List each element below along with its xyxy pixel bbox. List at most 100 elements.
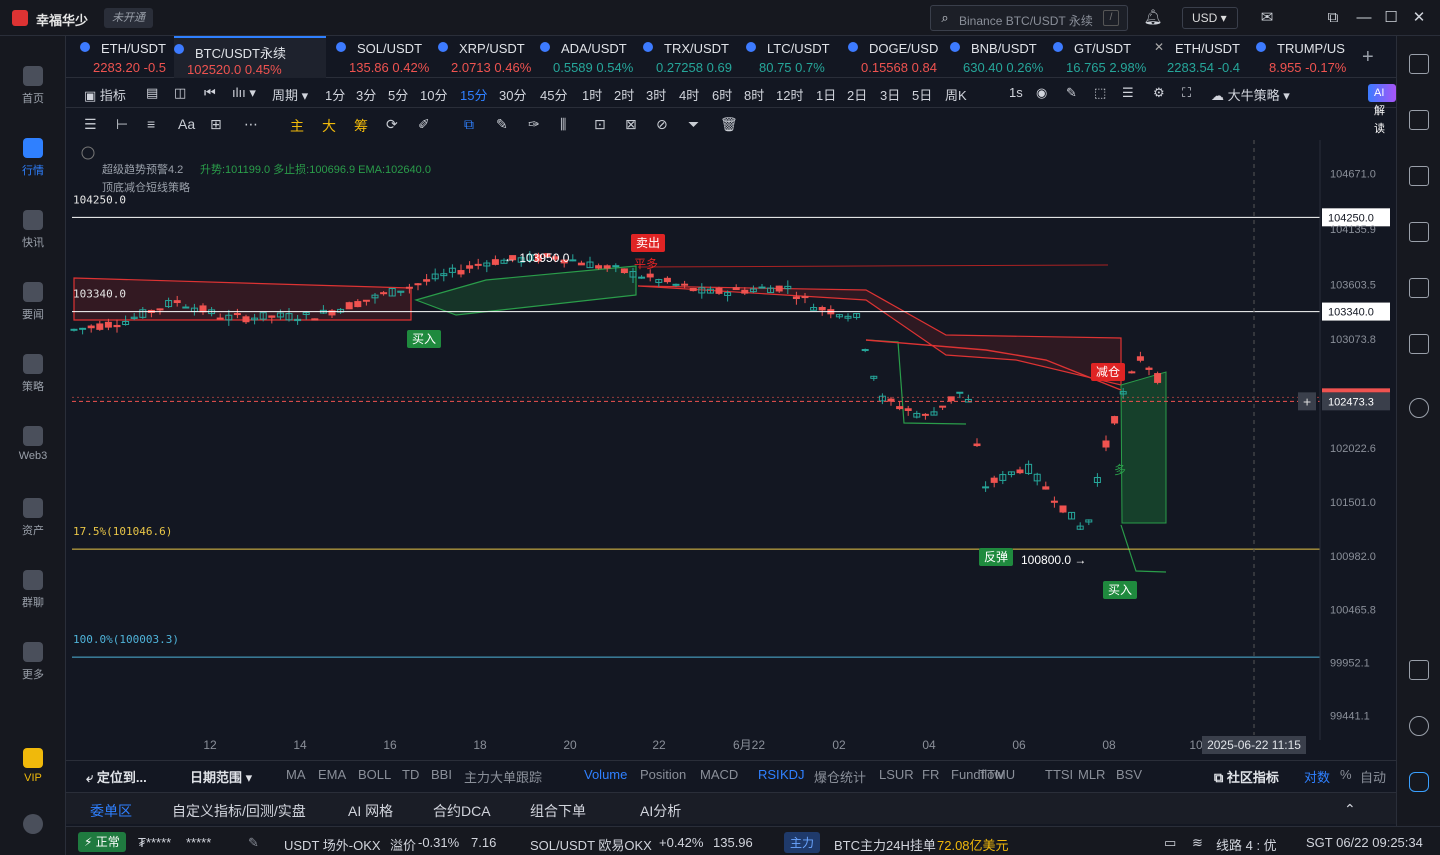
brush-icon[interactable]: ✐ [418,116,430,133]
watchlist-icon[interactable] [1409,54,1429,74]
bottom-tab-3[interactable]: 合约DCA [433,801,491,821]
seconds-interval[interactable]: 1s [1009,85,1023,100]
sub-indicator-2[interactable]: MACD [700,767,738,782]
ticker-tab-11[interactable]: TRUMP/US 8.955 -0.17% [1256,36,1366,78]
refresh-tool-icon[interactable]: ⟳ [386,116,398,133]
interval-15[interactable]: 2日 [847,85,867,104]
bottom-tab-2[interactable]: AI 网格 [348,801,393,821]
nav-vip[interactable]: VIP [0,748,66,784]
interval-7[interactable]: 1时 [582,85,602,104]
nav-settings[interactable] [0,814,66,838]
bottom-tab-5[interactable]: AI分析 [640,801,681,821]
auto-scale-toggle[interactable]: 自动 [1360,767,1386,786]
ticker-tab-10[interactable]: ✕ ETH/USDT 2283.54 -0.4 [1154,36,1252,78]
date-range-button[interactable]: 日期范围 ▾ [190,767,252,786]
search-input[interactable]: ⌕ Binance BTC/USDT 永续 / [930,5,1128,31]
interval-6[interactable]: 45分 [540,85,567,104]
magnet-icon[interactable]: ⊘ [656,116,668,133]
interval-3[interactable]: 10分 [420,85,447,104]
nav-market[interactable]: 行情 [0,138,66,178]
ticker-tab-6[interactable]: LTC/USDT 80.75 0.7% [746,36,844,78]
sub-indicator-12[interactable]: BSV [1116,767,1142,782]
sub-indicator-10[interactable]: TTSI [1045,767,1073,782]
frame-icon[interactable]: ⬚ [1094,85,1106,101]
dollar-icon[interactable] [1409,166,1429,186]
maximize-icon[interactable]: ☐ [1381,8,1401,28]
interval-2[interactable]: 5分 [388,85,408,104]
ticker-tab-7[interactable]: DOGE/USD 0.15568 0.84 [848,36,946,78]
ticker-tab-9[interactable]: GT/USDT 16.765 2.98% [1053,36,1151,78]
nav-more[interactable]: 更多 [0,642,66,682]
headset-icon[interactable] [1409,716,1429,736]
menu-lines-icon[interactable]: ☰ [84,116,97,133]
interval-4[interactable]: 15分 [460,85,487,104]
ai-interpret-button[interactable]: AI解读 [1368,84,1396,135]
nav-assets[interactable]: 资产 [0,498,66,538]
locate-button[interactable]: ⤶ 定位到... [86,767,147,786]
candles-icon[interactable]: ⫼ [560,116,566,133]
interval-16[interactable]: 3日 [880,85,900,104]
log-scale-toggle[interactable]: 对数 [1304,767,1330,786]
interval-8[interactable]: 2时 [614,85,634,104]
ticker-tab-2[interactable]: SOL/USDT 135.86 0.42% [336,36,434,78]
ticker-tab-8[interactable]: BNB/USDT 630.40 0.26% [950,36,1048,78]
interval-9[interactable]: 3时 [646,85,666,104]
interval-0[interactable]: 1分 [325,85,345,104]
ticker-tab-1[interactable]: BTC/USDT永续 102520.0 0.45% [174,36,326,78]
strategy-select[interactable]: ☁ 大牛策略 ▾ [1211,85,1290,104]
interval-17[interactable]: 5日 [912,85,932,104]
close-icon[interactable]: ✕ [1409,8,1429,28]
chat-bubble-icon[interactable]: ▭ [1164,835,1176,851]
bottom-tab-1[interactable]: 自定义指标/回测/实盘 [172,801,306,821]
marker-icon[interactable]: ✑ [528,116,540,133]
notes-icon[interactable] [1409,110,1429,130]
interval-14[interactable]: 1日 [816,85,836,104]
fullscreen-icon[interactable]: ⛶ [1182,85,1191,101]
calendar-icon[interactable]: ▤ [146,85,158,101]
pen-icon[interactable]: ✎ [496,116,508,133]
percent-scale-toggle[interactable]: % [1340,767,1352,782]
community-indicators-button[interactable]: ⧉ 社区指标 [1214,767,1279,786]
nav-strategy[interactable]: 策略 [0,354,66,394]
more-icon[interactable]: ⋯ [244,116,258,133]
analytics-icon[interactable] [1409,222,1429,242]
globe-icon[interactable] [1409,398,1429,418]
nav-web3[interactable]: Web3 [0,426,66,462]
indicator-button[interactable]: ▣ 指标 [84,85,126,104]
nav-headlines[interactable]: 要闻 [0,282,66,322]
interval-10[interactable]: 4时 [679,85,699,104]
bottom-tab-0[interactable]: 委单区 [90,801,132,821]
big-order-toggle[interactable]: 大 [322,116,336,136]
main-indicator-ema[interactable]: EMA [318,767,346,782]
list-icon[interactable]: ☰ [1122,85,1134,101]
add-ticker-icon[interactable]: + [1362,46,1374,69]
main-chart-toggle[interactable]: 主 [290,116,304,136]
close-icon[interactable]: ✕ [1154,40,1164,54]
main-indicator-td[interactable]: TD [402,767,419,782]
membership-badge[interactable]: 未开通 [104,8,153,28]
chart-type-icon[interactable]: ılıı ▾ [232,85,256,101]
parallel-lines-icon[interactable]: ≡ [147,116,155,132]
bottom-tab-4[interactable]: 组合下单 [530,801,586,821]
sub-indicator-6[interactable]: LSUR [879,767,914,782]
edit-icon[interactable]: ✎ [248,835,259,851]
lock-icon[interactable]: ⊡ [594,116,606,133]
edit-box-icon[interactable]: ⊠ [625,116,637,133]
horizontal-line-icon[interactable]: ⊢ [116,116,128,133]
pencil-icon[interactable]: ✎ [1066,85,1077,101]
interval-5[interactable]: 30分 [499,85,526,104]
main-indicator-bbi[interactable]: BBI [431,767,452,782]
network-line-label[interactable]: 线路 4 : 优 [1216,835,1277,854]
replay-icon[interactable]: ⏮ [204,85,216,101]
filter-icon[interactable]: ⏷ [688,116,699,133]
nav-flash-news[interactable]: 快讯 [0,210,66,250]
collapse-icon[interactable]: ⌃ [1344,801,1356,818]
price-chart[interactable]: 104250.0 104250.0 103340.0 103340.0 17.5%(10… [66,140,1396,760]
main-indicator-ma[interactable]: MA [286,767,306,782]
sub-indicator-1[interactable]: Position [640,767,686,782]
ticker-tab-4[interactable]: ADA/USDT 0.5589 0.54% [540,36,638,78]
sub-indicator-4[interactable]: KDJ [780,767,805,782]
sub-indicator-0[interactable]: Volume [584,767,627,782]
period-select[interactable]: 周期 ▾ [272,85,308,104]
ticker-tab-5[interactable]: TRX/USDT 0.27258 0.69 [643,36,741,78]
